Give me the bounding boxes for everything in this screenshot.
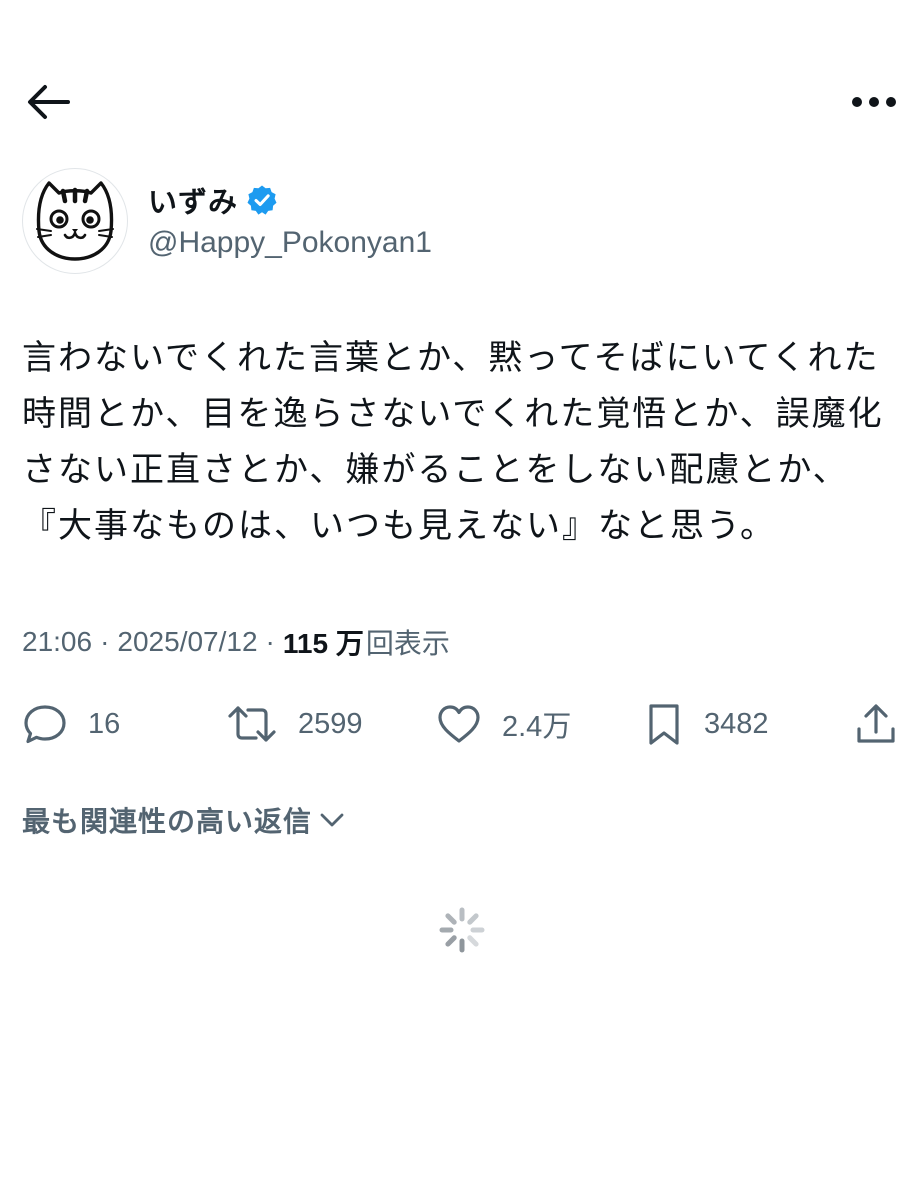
more-options-button[interactable] — [846, 80, 902, 124]
avatar[interactable] — [22, 168, 128, 274]
verified-badge-icon[interactable] — [246, 184, 278, 216]
reply-count: 16 — [88, 707, 121, 740]
share-button[interactable] — [854, 696, 898, 752]
heart-icon — [438, 705, 480, 743]
meta-separator: · — [265, 626, 275, 657]
tweet-author: いずみ @Happy_Pokonyan1 — [22, 168, 902, 278]
repost-count: 2599 — [298, 707, 363, 740]
author-name[interactable]: いずみ — [148, 179, 238, 221]
tweet-text: 言わないでくれた言葉とか、黙ってそばにいてくれた時間とか、目を逸らさないでくれた… — [22, 338, 884, 546]
tweet-meta: 21:06 · 2025/07/12 · 115 万 回表示 — [22, 620, 450, 664]
arrow-left-icon — [28, 85, 70, 119]
more-horizontal-icon — [852, 97, 896, 107]
reply-button[interactable]: 16 — [22, 696, 120, 752]
bookmark-count: 3482 — [704, 707, 769, 740]
meta-separator: · — [100, 626, 110, 657]
repost-icon — [228, 706, 276, 742]
back-button[interactable] — [22, 80, 74, 124]
chevron-down-icon — [320, 813, 344, 827]
author-handle[interactable]: @Happy_Pokonyan1 — [148, 226, 432, 260]
replies-sort-dropdown[interactable]: 最も関連性の高い返信 — [22, 796, 346, 844]
like-count: 2.4万 — [502, 711, 572, 743]
bookmark-button[interactable]: 3482 — [644, 696, 769, 752]
loading-spinner-icon — [438, 906, 486, 954]
share-icon — [857, 704, 895, 743]
like-button[interactable]: 2.4万 — [436, 696, 571, 752]
tweet-time[interactable]: 21:06 — [22, 626, 92, 658]
replies-sort-label: 最も関連性の高い返信 — [22, 805, 313, 838]
action-bar: 16 2599 2.4万 3482 — [22, 696, 902, 752]
bookmark-icon — [649, 704, 679, 745]
author-name-row: いずみ — [148, 178, 278, 222]
views-label: 回表示 — [365, 628, 450, 659]
repost-button[interactable]: 2599 — [226, 696, 363, 752]
cat-face-avatar — [36, 181, 114, 261]
reply-icon — [24, 705, 66, 744]
views-count[interactable]: 115 万 — [283, 622, 364, 662]
top-bar — [0, 70, 924, 134]
tweet-date[interactable]: 2025/07/12 — [117, 626, 257, 658]
